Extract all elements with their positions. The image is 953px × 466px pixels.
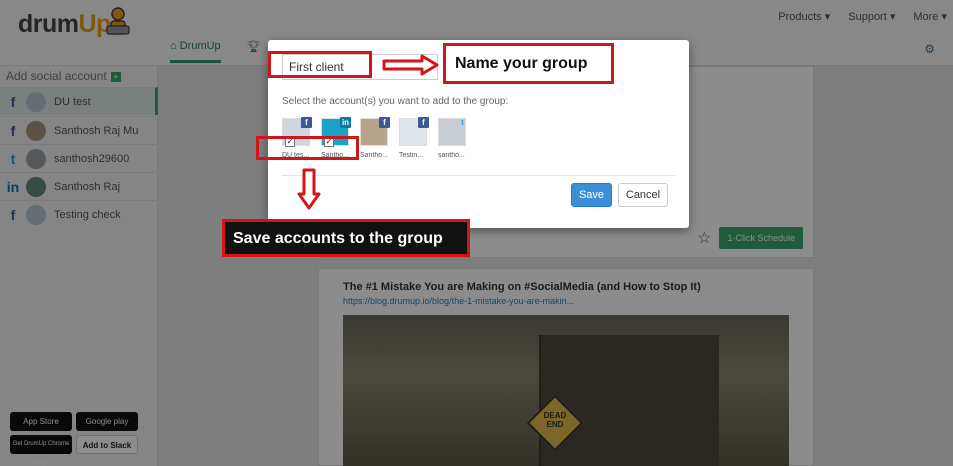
checkbox-highlight — [256, 136, 359, 160]
save-accounts-callout: Save accounts to the group — [222, 219, 470, 257]
avatar: f — [360, 117, 390, 146]
account-option-label: santho... — [438, 152, 465, 159]
right-arrow-icon — [382, 54, 439, 76]
account-option-label: Santho... — [360, 152, 389, 159]
avatar: t — [438, 118, 466, 146]
facebook-icon: f — [379, 117, 390, 128]
account-option-label: Testin... — [399, 152, 424, 159]
group-name-highlight — [268, 51, 372, 78]
select-accounts-label: Select the account(s) you want to add to… — [282, 96, 509, 107]
twitter-icon: t — [461, 118, 464, 127]
avatar: f — [399, 117, 429, 146]
linkedin-icon: in — [340, 117, 351, 128]
facebook-icon: f — [301, 117, 312, 128]
facebook-icon: f — [418, 117, 429, 128]
save-button[interactable]: Save — [571, 183, 612, 207]
down-arrow-icon — [297, 168, 321, 210]
cancel-button[interactable]: Cancel — [618, 183, 668, 207]
account-option[interactable]: f Testin... — [399, 117, 429, 159]
modal-divider — [282, 175, 675, 176]
name-group-callout: Name your group — [443, 43, 614, 84]
account-option[interactable]: t santho... — [438, 118, 468, 159]
account-option[interactable]: f Santho... — [360, 117, 390, 159]
